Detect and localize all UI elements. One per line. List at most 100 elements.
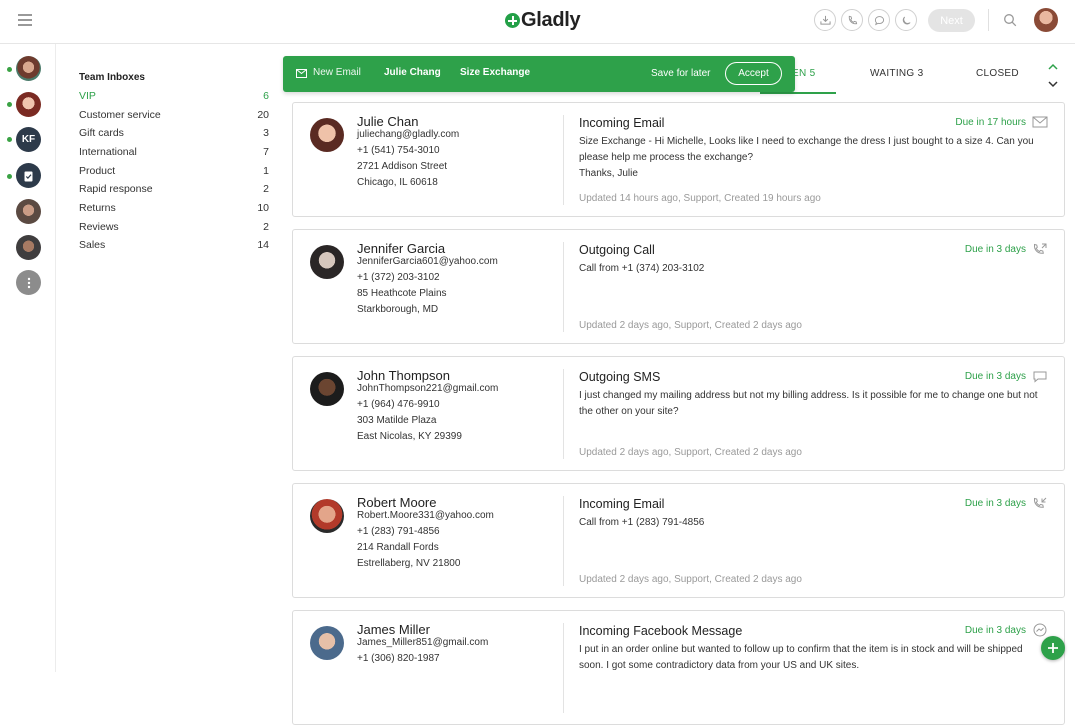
customer-email: JenniferGarcia601@yahoo.com	[357, 256, 498, 267]
rail-agent-avatar[interactable]	[16, 235, 41, 260]
tab-closed[interactable]: CLOSED	[976, 68, 1019, 79]
due-status: Due in 3 days	[964, 625, 1026, 636]
more-vertical-icon[interactable]	[16, 270, 41, 295]
chevron-up-icon[interactable]	[1047, 62, 1059, 72]
conversation-card[interactable]: Jennifer Garcia JenniferGarcia601@yahoo.…	[292, 229, 1065, 344]
inbox-item-returns[interactable]: Returns 10	[79, 202, 269, 218]
moon-icon[interactable]	[895, 9, 917, 31]
top-bar: Gladly Next	[0, 0, 1075, 44]
customer-email: Robert.Moore331@yahoo.com	[357, 510, 494, 521]
conversation-type: Outgoing SMS	[579, 370, 661, 384]
online-status-dot	[7, 174, 12, 179]
inbox-count: 1	[263, 165, 269, 177]
agent-rail: KF	[0, 44, 56, 672]
customer-phone: +1 (964) 476-9910	[357, 399, 440, 410]
inbox-item-sales[interactable]: Sales 14	[79, 239, 269, 255]
customer-avatar	[310, 372, 344, 406]
customer-avatar	[310, 626, 344, 660]
inbox-label: Gift cards	[79, 127, 124, 139]
sms-icon	[1033, 371, 1047, 383]
rail-agent-avatar[interactable]	[16, 199, 41, 224]
customer-address-line2: Starkborough, MD	[357, 304, 439, 315]
messenger-icon	[1033, 623, 1047, 637]
conversation-preview: I put in an order online but wanted to f…	[579, 642, 1049, 674]
hamburger-menu-icon[interactable]	[18, 14, 32, 26]
customer-address-line1: 303 Matilde Plaza	[357, 415, 437, 426]
customer-name: Jennifer Garcia	[357, 241, 446, 256]
inbox-item-rapid-response[interactable]: Rapid response 2	[79, 183, 269, 199]
next-button[interactable]: Next	[928, 9, 975, 32]
inbox-count: 10	[257, 202, 269, 214]
tab-open[interactable]: EN 5	[792, 68, 815, 79]
due-status: Due in 3 days	[964, 244, 1026, 255]
inbox-count: 3	[263, 127, 269, 139]
rail-agent-initials[interactable]: KF	[16, 127, 41, 152]
preview-text: Call from +1 (374) 203-3102	[579, 263, 705, 274]
add-conversation-button[interactable]	[1041, 636, 1065, 660]
active-tab-indicator	[760, 92, 836, 94]
phone-outgoing-icon	[1033, 243, 1047, 254]
rail-agent-avatar[interactable]	[16, 92, 41, 117]
inbox-download-icon[interactable]	[814, 9, 836, 31]
conversation-card[interactable]: James Miller James_Miller851@gmail.com +…	[292, 610, 1065, 725]
banner-channel-label: New Email	[313, 67, 361, 78]
conversation-meta: Updated 2 days ago, Support, Created 2 d…	[579, 447, 802, 458]
accept-button[interactable]: Accept	[725, 62, 782, 85]
chevron-down-icon[interactable]	[1047, 79, 1059, 89]
inbox-item-reviews[interactable]: Reviews 2	[79, 221, 269, 237]
gladly-logo: Gladly	[505, 9, 581, 32]
due-status: Due in 3 days	[964, 498, 1026, 509]
preview-text-signoff: Thanks, Julie	[579, 168, 638, 179]
inbox-label: Reviews	[79, 221, 119, 233]
search-icon[interactable]	[1003, 13, 1017, 27]
preview-text: Call from +1 (283) 791-4856	[579, 517, 705, 528]
customer-email: James_Miller851@gmail.com	[357, 637, 489, 648]
customer-email: juliechang@gladly.com	[357, 129, 460, 140]
inbox-item-vip[interactable]: VIP 6	[79, 90, 269, 106]
card-divider	[563, 623, 564, 713]
due-status: Due in 3 days	[964, 371, 1026, 382]
inbox-label: International	[79, 146, 137, 158]
customer-name: James Miller	[357, 622, 430, 637]
clipboard-icon[interactable]	[16, 163, 41, 188]
envelope-icon	[1032, 116, 1048, 128]
customer-address-line1: 214 Randall Fords	[357, 542, 439, 553]
logo-text: Gladly	[521, 9, 581, 31]
customer-address-line2: East Nicolas, KY 29399	[357, 431, 462, 442]
rail-agent-avatar[interactable]	[16, 56, 41, 81]
header-action-icons	[814, 9, 917, 31]
conversation-preview: Call from +1 (374) 203-3102	[579, 261, 1049, 277]
header-divider	[988, 9, 989, 31]
conversation-card[interactable]: Robert Moore Robert.Moore331@yahoo.com +…	[292, 483, 1065, 598]
conversation-type: Outgoing Call	[579, 243, 655, 257]
inbox-item-international[interactable]: International 7	[79, 146, 269, 162]
conversation-card[interactable]: Julie Chan juliechang@gladly.com +1 (541…	[292, 102, 1065, 217]
team-inboxes-title: Team Inboxes	[79, 72, 145, 83]
customer-address-line1: 85 Heathcote Plains	[357, 288, 447, 299]
current-user-avatar[interactable]	[1034, 8, 1058, 32]
inbox-count: 6	[263, 90, 269, 102]
conversation-type: Incoming Email	[579, 116, 665, 130]
inbox-label: Rapid response	[79, 183, 153, 195]
tab-waiting[interactable]: WAITING 3	[870, 68, 923, 79]
inbox-item-customer-service[interactable]: Customer service 20	[79, 109, 269, 125]
customer-avatar	[310, 499, 344, 533]
inbox-item-gift-cards[interactable]: Gift cards 3	[79, 127, 269, 143]
conversation-card[interactable]: John Thompson JohnThompson221@gmail.com …	[292, 356, 1065, 471]
conversation-meta: Updated 2 days ago, Support, Created 2 d…	[579, 320, 802, 331]
plus-icon	[1048, 643, 1058, 653]
due-status: Due in 17 hours	[955, 117, 1026, 128]
inbox-label: Sales	[79, 239, 106, 251]
card-divider	[563, 496, 564, 586]
banner-customer-name: Julie Chang	[384, 67, 441, 78]
card-divider	[563, 242, 564, 332]
card-divider	[563, 115, 564, 205]
inbox-count: 2	[263, 221, 269, 233]
customer-name: Julie Chan	[357, 114, 419, 129]
save-for-later-button[interactable]: Save for later	[651, 68, 710, 79]
chat-bubble-icon[interactable]	[868, 9, 890, 31]
phone-incoming-icon	[1033, 497, 1047, 508]
inbox-item-product[interactable]: Product 1	[79, 165, 269, 181]
conversation-type: Incoming Email	[579, 497, 665, 511]
phone-icon[interactable]	[841, 9, 863, 31]
